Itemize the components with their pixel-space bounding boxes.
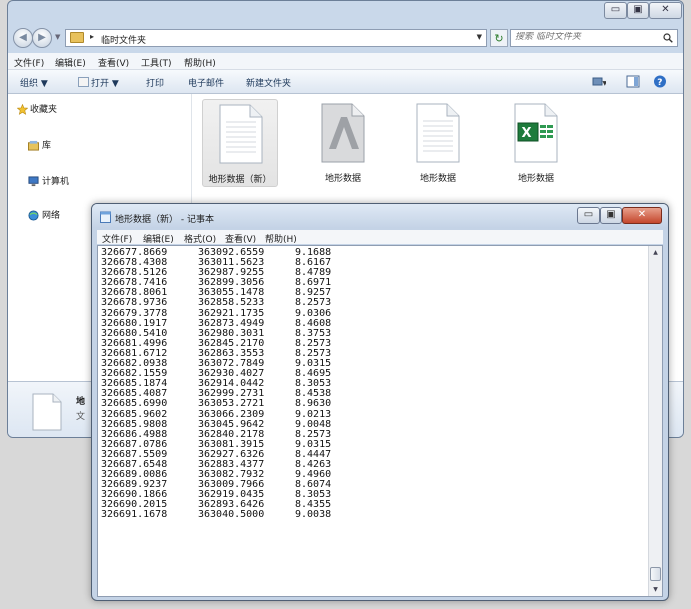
sidebar-label-network: 网络 — [42, 211, 61, 221]
explorer-toolbar: 组织 ▼ 打开 ▼ 打印 电子邮件 新建文件夹 ▼ ? — [8, 70, 683, 94]
text-line-value: 9.0038 — [295, 509, 332, 521]
notepad-window: 地形数据（新） - 记事本 ▭ ▣ ✕ 文件(F) 编辑(E) 格式(O) 查看… — [91, 203, 669, 601]
email-button[interactable]: 电子邮件 — [188, 76, 224, 89]
menu-view[interactable]: 查看(V) — [98, 56, 129, 69]
menu-tools[interactable]: 工具(T) — [141, 56, 172, 69]
sidebar-item-libraries[interactable]: 库 — [28, 139, 52, 153]
notepad-text-area[interactable]: 326677.8669 363092.6559 9.1688 326678.4308 3… — [97, 245, 663, 597]
autocad-file-icon — [321, 103, 365, 163]
file-label: 地形数据 — [324, 174, 361, 184]
notepad-menubar: 文件(F) 编辑(E) 格式(O) 查看(V) 帮助(H) — [97, 230, 663, 245]
organize-button[interactable]: 组织 ▼ — [20, 76, 48, 89]
print-button[interactable]: 打印 — [146, 76, 164, 89]
search-input[interactable] — [515, 32, 655, 42]
sidebar-label-favorites: 收藏夹 — [30, 105, 58, 115]
svg-text:?: ? — [657, 78, 662, 88]
forward-button[interactable]: ▶ — [32, 28, 52, 48]
library-icon — [28, 140, 39, 151]
text-file-icon — [219, 104, 263, 164]
np-menu-file[interactable]: 文件(F) — [102, 232, 132, 245]
text-line: 326691.1678 363040.5000 9.0038 — [101, 510, 331, 520]
sidebar-item-favorites[interactable]: 收藏夹 — [17, 103, 188, 117]
sidebar-label-computer: 计算机 — [42, 177, 70, 187]
close-button[interactable]: ✕ — [649, 2, 682, 19]
text-file-icon — [32, 393, 62, 431]
star-icon — [17, 104, 28, 115]
file-label: 地形数据 — [517, 174, 554, 184]
text-file-icon — [416, 103, 460, 163]
menu-file[interactable]: 文件(F) — [14, 56, 44, 69]
scroll-up-icon[interactable]: ▲ — [649, 246, 662, 259]
notepad-minimize-button[interactable]: ▭ — [577, 207, 600, 224]
sidebar-label-libraries: 库 — [42, 141, 52, 151]
breadcrumb-current[interactable]: 临时文件夹 — [101, 33, 146, 46]
maximize-button[interactable]: ▣ — [627, 2, 649, 19]
detail-file-type: 文 — [76, 412, 86, 422]
open-file-icon — [78, 77, 89, 87]
computer-icon — [28, 176, 39, 187]
minimize-button[interactable]: ▭ — [604, 2, 627, 19]
preview-pane-icon[interactable] — [626, 75, 640, 88]
file-item-1[interactable]: 地形数据（新） — [202, 99, 278, 187]
np-menu-edit[interactable]: 编辑(E) — [143, 232, 174, 245]
detail-file-name: 地 — [76, 397, 86, 407]
explorer-titlebar: ▭ ▣ ✕ — [8, 1, 683, 23]
folder-icon — [70, 32, 84, 43]
vertical-scrollbar[interactable]: ▲ ▼ — [648, 246, 662, 596]
np-menu-view[interactable]: 查看(V) — [225, 232, 256, 245]
scroll-down-icon[interactable]: ▼ — [649, 583, 662, 596]
scroll-thumb[interactable] — [650, 567, 661, 581]
menu-help[interactable]: 帮助(H) — [184, 56, 216, 69]
address-bar[interactable]: ▸ 临时文件夹 ▼ — [65, 29, 487, 47]
new-folder-button[interactable]: 新建文件夹 — [246, 76, 291, 89]
file-label: 地形数据（新） — [208, 175, 272, 185]
address-row: ◀ ▶ ▼ ▸ 临时文件夹 ▼ ↻ — [8, 25, 683, 51]
sidebar-item-computer[interactable]: 计算机 — [28, 175, 70, 189]
file-item-3[interactable]: 地形数据 — [400, 99, 476, 187]
excel-file-icon: X — [514, 103, 558, 163]
refresh-button[interactable]: ↻ — [490, 29, 508, 47]
notepad-title: 地形数据（新） - 记事本 — [115, 215, 214, 225]
explorer-menubar: 文件(F) 编辑(E) 查看(V) 工具(T) 帮助(H) — [8, 53, 683, 70]
text-line-value: 326691.1678 — [101, 509, 168, 521]
menu-edit[interactable]: 编辑(E) — [55, 56, 86, 69]
search-icon[interactable] — [663, 33, 673, 43]
sidebar-item-network[interactable]: 网络 — [28, 209, 61, 223]
text-line-value: 363053.2721 — [198, 398, 265, 410]
breadcrumb-separator[interactable]: ▸ — [90, 32, 94, 41]
text-line: 326685.6990 363053.2721 8.9630 — [101, 399, 331, 409]
notepad-titlebar[interactable]: 地形数据（新） - 记事本 ▭ ▣ ✕ — [92, 204, 668, 228]
network-icon — [28, 210, 39, 221]
notepad-close-button[interactable]: ✕ — [622, 207, 662, 224]
notepad-maximize-button[interactable]: ▣ — [600, 207, 622, 224]
np-menu-help[interactable]: 帮助(H) — [265, 232, 297, 245]
np-menu-format[interactable]: 格式(O) — [184, 232, 216, 245]
view-options-icon[interactable]: ▼ — [592, 75, 606, 88]
file-item-4[interactable]: X 地形数据 — [498, 99, 574, 187]
help-icon[interactable]: ? — [653, 75, 667, 88]
address-dropdown-icon[interactable]: ▼ — [477, 33, 482, 41]
notepad-icon — [100, 211, 111, 223]
svg-text:X: X — [522, 126, 532, 141]
text-line-value: 326685.6990 — [101, 398, 168, 410]
svg-text:▼: ▼ — [603, 80, 607, 87]
file-item-2[interactable]: 地形数据 — [305, 99, 381, 187]
text-line-value: 8.9630 — [295, 398, 332, 410]
text-line-value: 363040.5000 — [198, 509, 265, 521]
open-button-label: 打开 ▼ — [91, 79, 119, 89]
notepad-text-content: 326677.8669 363092.6559 9.1688 326678.4308 3… — [101, 247, 331, 521]
file-label: 地形数据 — [419, 174, 456, 184]
search-box[interactable] — [510, 29, 678, 47]
back-button[interactable]: ◀ — [13, 28, 33, 48]
open-button[interactable]: 打开 ▼ — [78, 76, 119, 89]
recent-pages-dropdown[interactable]: ▼ — [55, 33, 60, 41]
